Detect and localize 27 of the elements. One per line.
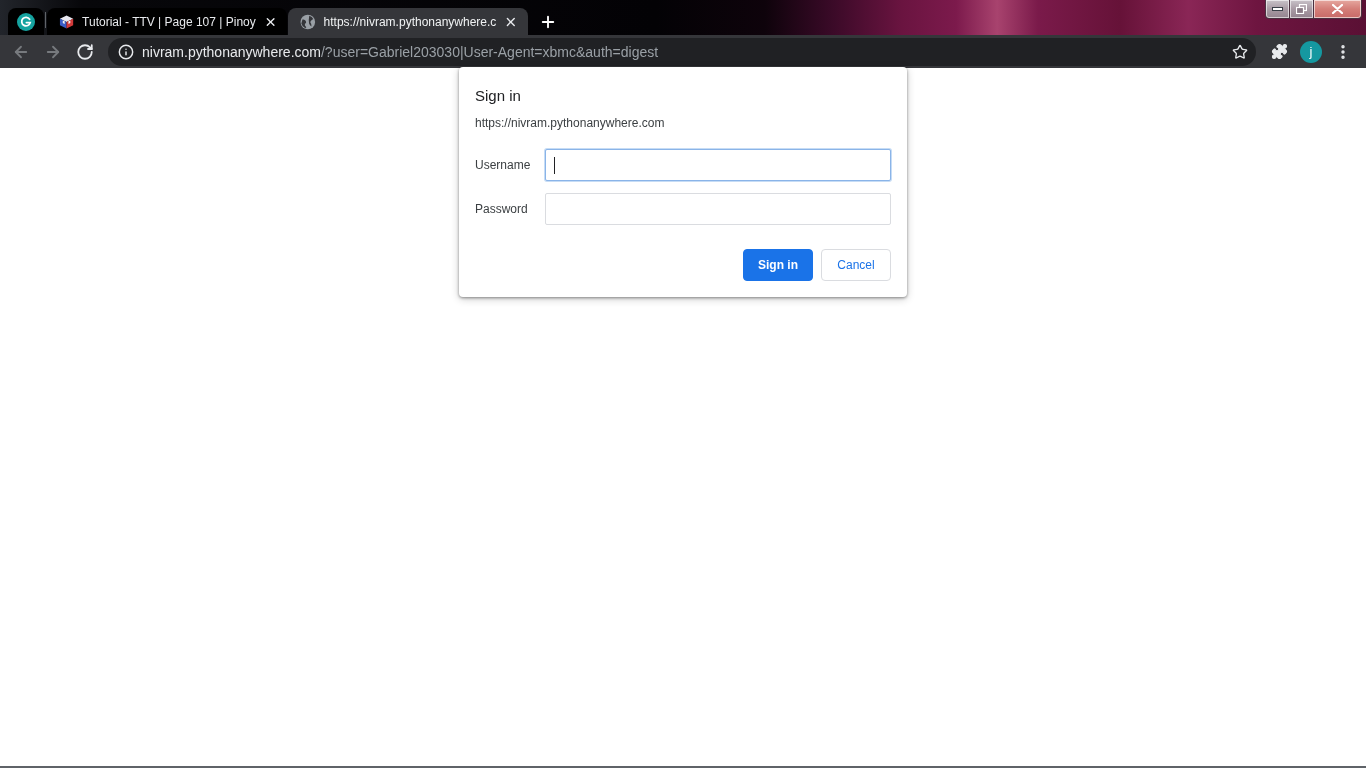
dialog-title: Sign in <box>475 87 522 105</box>
browser-tab[interactable]: https://nivram.pythonanywhere.c <box>288 8 528 35</box>
restore-icon <box>1296 4 1307 14</box>
address-bar[interactable]: nivram.pythonanywhere.com/?user=Gabriel203030|User-Agent=xbmc&auth=digest <box>108 37 1256 66</box>
sign-in-button[interactable]: Sign in <box>743 249 813 281</box>
puzzle-icon[interactable] <box>1270 43 1288 60</box>
close-icon <box>1332 4 1343 14</box>
field-label: Password <box>475 202 528 216</box>
origin-text: https://nivram.pythonanywhere.com <box>475 115 666 131</box>
pinned-tab[interactable] <box>8 8 44 35</box>
circle-logo-icon <box>17 12 35 31</box>
input-field[interactable] <box>545 193 891 225</box>
reload-icon[interactable] <box>76 42 94 61</box>
minimize-icon <box>1272 7 1283 11</box>
close-window-button[interactable] <box>1313 0 1362 19</box>
input-field[interactable] <box>545 149 891 181</box>
text-cursor <box>554 156 555 174</box>
star-icon[interactable] <box>1232 43 1248 60</box>
field-label: Username <box>475 158 531 172</box>
minimize-button[interactable] <box>1265 0 1290 19</box>
info-icon[interactable] <box>118 43 134 60</box>
url-text: nivram.pythonanywhere.com/?user=Gabriel203030|User-Agent=xbmc&auth=digest <box>142 43 660 60</box>
cube-icon <box>59 13 75 30</box>
restore-button[interactable] <box>1289 0 1314 19</box>
browser-tab[interactable]: Tutorial - TTV | Page 107 | Pinoy <box>47 8 287 35</box>
cancel-button[interactable]: Cancel <box>821 249 891 281</box>
globe-icon <box>300 13 316 30</box>
